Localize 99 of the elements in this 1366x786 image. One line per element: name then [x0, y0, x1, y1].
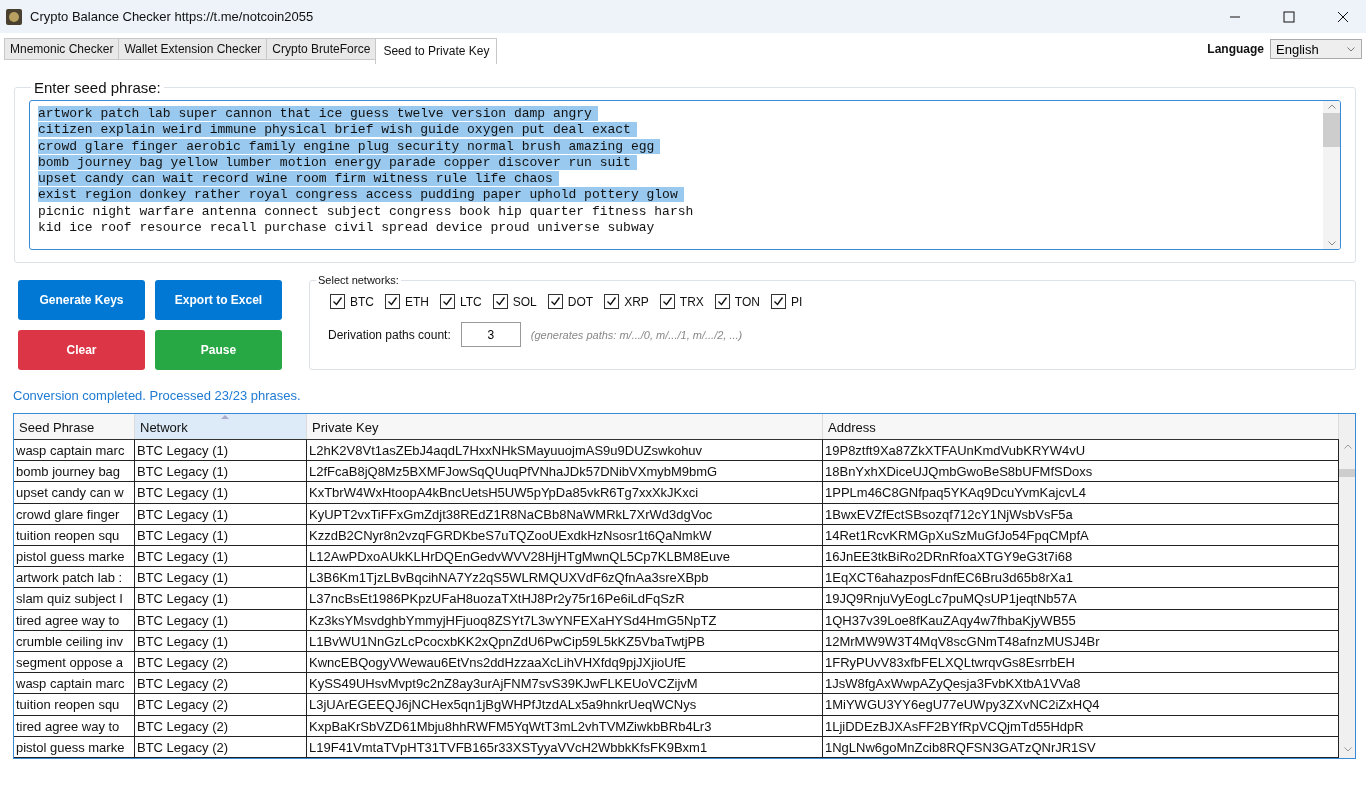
network-checkbox[interactable]: LTC — [440, 294, 482, 309]
table-cell: BTC Legacy (2) — [135, 694, 307, 715]
table-cell: BTC Legacy (1) — [135, 630, 307, 652]
column-header[interactable]: Network — [135, 414, 307, 439]
table-cell: crowd glare finger — [14, 503, 135, 524]
table-cell: segment oppose a — [14, 652, 135, 673]
column-header[interactable]: Address — [823, 414, 1339, 439]
checkbox[interactable] — [547, 294, 563, 309]
table-cell: KyUPT2vxTiFFxGmZdjt38REdZ1R8NaCBb8NaWMRkL7XrWd3dgVoc — [307, 503, 823, 524]
app-icon — [6, 8, 22, 25]
action-button[interactable]: Generate Keys — [18, 280, 145, 320]
table-cell: L2hK2V8Vt1asZEbJ4aqdL7HxxNHkSMayuuojmAS9u9DUZswkohuv — [307, 440, 823, 461]
language-label: Language — [1207, 42, 1264, 56]
table-cell: L3B6Km1TjzLBvBqcihNA7Yz2qS5WLRMQUXVdF6zQfnAa3sreXBpb — [307, 567, 823, 588]
table-cell: artwork patch lab : — [14, 567, 135, 588]
table-cell: BTC Legacy (1) — [135, 503, 307, 524]
table-cell: tired agree way to — [14, 715, 135, 736]
derivation-label: Derivation paths count: — [328, 327, 451, 342]
network-checkbox[interactable]: XRP — [604, 294, 649, 309]
table-cell: KySS49UHsvMvpt9c2nZ8ay3urAjFNM7svS39KJwFLKEUoVCZijvM — [307, 673, 823, 694]
table-cell: BTC Legacy (1) — [135, 524, 307, 546]
table-cell: upset candy can w — [14, 482, 135, 503]
checkbox[interactable] — [770, 294, 786, 309]
checkbox[interactable] — [330, 294, 345, 309]
seed-line: kid ice roof resource recall purchase civil spread device proud universe subway — [38, 220, 655, 236]
table-cell: KwncEBQogyVWewau6EtVns2ddHzzaaXcLihVHXfdq9pjJXjioUfE — [307, 652, 823, 673]
tab[interactable]: Mnemonic Checker — [4, 38, 120, 60]
group-legend: Select networks: — [316, 274, 401, 286]
group-legend: Enter seed phrase: — [31, 79, 164, 96]
scroll-up-icon[interactable] — [1327, 104, 1336, 109]
table-cell: L19F41VmtaTVpHT31TVFB165r33XSTyyaVVcH2WbbkKfsFK9Bxm1 — [307, 736, 823, 758]
scrollbar[interactable] — [1323, 101, 1340, 249]
chevron-down-icon — [1347, 46, 1355, 52]
table-cell: L2fFcaB8jQ8Mz5BXMFJowSqQUuqPfVNhaJDk57DNibVXmybM9bmG — [307, 461, 823, 482]
seed-line: picnic night warfare antenna connect subject congress book hip quarter fitness harsh — [38, 203, 694, 219]
window-title: Crypto Balance Checker https://t.me/notcoin2055 — [30, 9, 315, 24]
derivation-hint: (generates paths: m/.../0, m/.../1, m/.../2, ...) — [530, 328, 743, 341]
network-checkbox[interactable]: DOT — [547, 294, 594, 309]
tab[interactable]: Wallet Extension Checker — [118, 38, 268, 60]
seed-text-area[interactable] — [29, 100, 1341, 250]
table-cell: BTC Legacy (1) — [135, 440, 307, 461]
action-button[interactable]: Export to Excel — [155, 280, 282, 320]
action-button[interactable]: Clear — [18, 330, 145, 370]
table-cell: wasp captain marc — [14, 673, 135, 694]
table-cell: BTC Legacy (1) — [135, 482, 307, 503]
scroll-down-icon[interactable] — [1327, 241, 1336, 246]
table-cell: L3jUArEGEEQJ6jNCHex5qn1jBgWHPfJtzdALx5a9hnkrUeqWCNys — [307, 694, 823, 715]
table-cell: BTC Legacy (1) — [135, 588, 307, 609]
close-icon — [1337, 10, 1349, 23]
table-cell: L1BvWU1NnGzLcPcocxbKK2xQpnZdU6PwCip59L5kKZ5VbaTwtjPB — [307, 630, 823, 652]
column-header[interactable]: Private Key — [307, 414, 823, 439]
scroll-thumb[interactable] — [1339, 469, 1355, 477]
checkbox[interactable] — [385, 294, 400, 309]
checkbox[interactable] — [659, 294, 675, 309]
table-cell: KxTbrW4WxHtoopA4kBncUetsH5UW5pYpDa85vkR6Tg7xxXkJKxci — [307, 482, 823, 503]
table-cell: BTC Legacy (2) — [135, 736, 307, 758]
network-checkbox[interactable]: TRX — [659, 294, 704, 309]
checkbox[interactable] — [492, 294, 508, 309]
derivation-count-field[interactable]: 3 — [460, 322, 521, 347]
table-cell: BTC Legacy (2) — [135, 673, 307, 694]
table-cell: BTC Legacy (2) — [135, 652, 307, 673]
table-cell: KzzdB2CNyr8n2vzqFGRDKbeS7uTQZooUExdkHzNsosr1t6QaNmkW — [307, 524, 823, 546]
table-cell: pistol guess marke — [14, 546, 135, 567]
table-cell: crumble ceiling inv — [14, 630, 135, 652]
table-cell: BTC Legacy (1) — [135, 609, 307, 630]
table-cell: bomb journey bag — [14, 461, 135, 482]
table-cell: L37ncBsEt1986PKpzUFaH8uozaTXtHJ8Pr2y75r16Pe6iLdFqSzR — [307, 588, 823, 609]
checkbox[interactable] — [714, 294, 730, 309]
status-message: Conversion completed. Processed 23/23 phrases. — [12, 387, 302, 405]
table-cell: L12AwPDxoAUkKLHrDQEnGedvWVV28HjHTgMwnQL5Cp7KLBM8Euve — [307, 546, 823, 567]
scroll-up-icon[interactable] — [1343, 444, 1352, 449]
table-cell: tuition reopen squ — [14, 694, 135, 715]
table-cell: tired agree way to — [14, 609, 135, 630]
network-checkbox[interactable]: PI — [770, 294, 803, 309]
table-cell: wasp captain marc — [14, 440, 135, 461]
tab[interactable]: Crypto BruteForce — [266, 38, 377, 60]
network-checkbox[interactable]: TON — [714, 294, 760, 309]
maximize-icon — [1283, 10, 1295, 23]
tab[interactable]: Seed to Private Key — [375, 38, 498, 64]
table-cell: BTC Legacy (2) — [135, 715, 307, 736]
language-dropdown[interactable]: English — [1270, 39, 1362, 59]
checkbox[interactable] — [440, 294, 455, 309]
checkbox[interactable] — [604, 294, 620, 309]
scroll-down-icon[interactable] — [1343, 747, 1352, 752]
column-header[interactable]: Seed Phrase — [14, 414, 135, 439]
table-cell: BTC Legacy (1) — [135, 567, 307, 588]
network-checkbox[interactable]: ETH — [385, 294, 429, 309]
table-cell: KxpBaKrSbVZD61Mbju8hhRWFM5YqWtT3mL2vhTVMZiwkbBRb4Lr3 — [307, 715, 823, 736]
table-cell: tuition reopen squ — [14, 524, 135, 546]
network-checkbox[interactable]: BTC — [330, 294, 374, 309]
sort-arrow-icon — [220, 415, 229, 419]
table-cell: BTC Legacy (1) — [135, 461, 307, 482]
table-cell: BTC Legacy (1) — [135, 546, 307, 567]
scroll-thumb[interactable] — [1323, 113, 1340, 147]
table-cell: pistol guess marke — [14, 736, 135, 758]
table-cell: Kz3ksYMsvdghbYmmyjHFjuoq8ZSYt7L3wYNFEXaHYSd4HmG5NpTZ — [307, 609, 823, 630]
network-checkbox[interactable]: SOL — [492, 294, 537, 309]
table-scrollbar[interactable] — [1339, 414, 1355, 758]
table-cell: slam quiz subject I — [14, 588, 135, 609]
